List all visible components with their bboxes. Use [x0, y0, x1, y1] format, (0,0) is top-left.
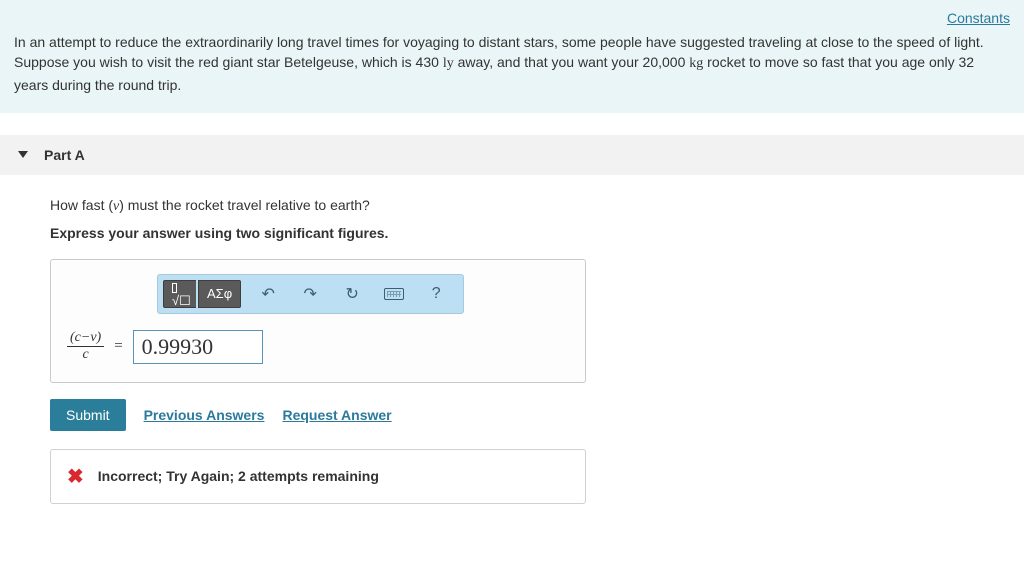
question-pre: How fast (: [50, 197, 113, 213]
keyboard-icon: [384, 288, 404, 300]
feedback-box: ✖ Incorrect; Try Again; 2 attempts remai…: [50, 449, 586, 504]
reset-button[interactable]: ↻: [335, 280, 369, 308]
redo-icon: ↷: [303, 284, 316, 304]
redo-button[interactable]: ↷: [293, 280, 327, 308]
reset-icon: ↻: [345, 284, 358, 304]
constants-link[interactable]: Constants: [947, 10, 1010, 26]
previous-answers-link[interactable]: Previous Answers: [144, 407, 265, 423]
undo-icon: ↶: [261, 284, 274, 304]
undo-button[interactable]: ↶: [251, 280, 285, 308]
fraction-denominator: c: [67, 347, 104, 363]
answer-input[interactable]: [133, 330, 263, 364]
instruction-text: Express your answer using two significan…: [50, 225, 974, 241]
question-post: ) must the rocket travel relative to ear…: [119, 197, 370, 213]
intro-text: In an attempt to reduce the extraordinar…: [14, 32, 1010, 95]
templates-button[interactable]: √☐: [163, 280, 196, 308]
actions-row: Submit Previous Answers Request Answer: [50, 399, 974, 431]
part-body: How fast (v) must the rocket travel rela…: [0, 175, 1024, 514]
problem-intro: Constants In an attempt to reduce the ex…: [0, 0, 1024, 113]
incorrect-icon: ✖: [67, 464, 84, 489]
question-text: How fast (v) must the rocket travel rela…: [50, 197, 974, 215]
keyboard-button[interactable]: [377, 280, 411, 308]
intro-seg-2: away, and that you want your 20,000: [454, 54, 690, 70]
unit-kg: kg: [689, 56, 703, 71]
help-button[interactable]: ?: [419, 280, 453, 308]
fraction-numerator: (c−v): [67, 330, 104, 347]
submit-button[interactable]: Submit: [50, 399, 126, 431]
math-toolbar: √☐ ΑΣφ ↶ ↷ ↻ ?: [157, 274, 464, 314]
part-header[interactable]: Part A: [0, 135, 1024, 175]
templates-icon: √☐: [172, 278, 188, 309]
request-answer-link[interactable]: Request Answer: [282, 407, 391, 423]
toolbar-row: √☐ ΑΣφ ↶ ↷ ↻ ?: [51, 260, 585, 324]
greek-button[interactable]: ΑΣφ: [198, 280, 241, 308]
constants-row: Constants: [14, 10, 1010, 26]
equals-sign: =: [114, 338, 122, 355]
help-icon: ?: [432, 285, 441, 303]
feedback-text: Incorrect; Try Again; 2 attempts remaini…: [98, 468, 379, 484]
unit-ly: ly: [443, 56, 454, 71]
part-label: Part A: [44, 147, 85, 163]
answer-panel: √☐ ΑΣφ ↶ ↷ ↻ ? (c−v) c =: [50, 259, 586, 383]
variable-fraction: (c−v) c: [67, 330, 104, 363]
input-row: (c−v) c =: [51, 324, 585, 382]
caret-down-icon: [18, 151, 28, 158]
